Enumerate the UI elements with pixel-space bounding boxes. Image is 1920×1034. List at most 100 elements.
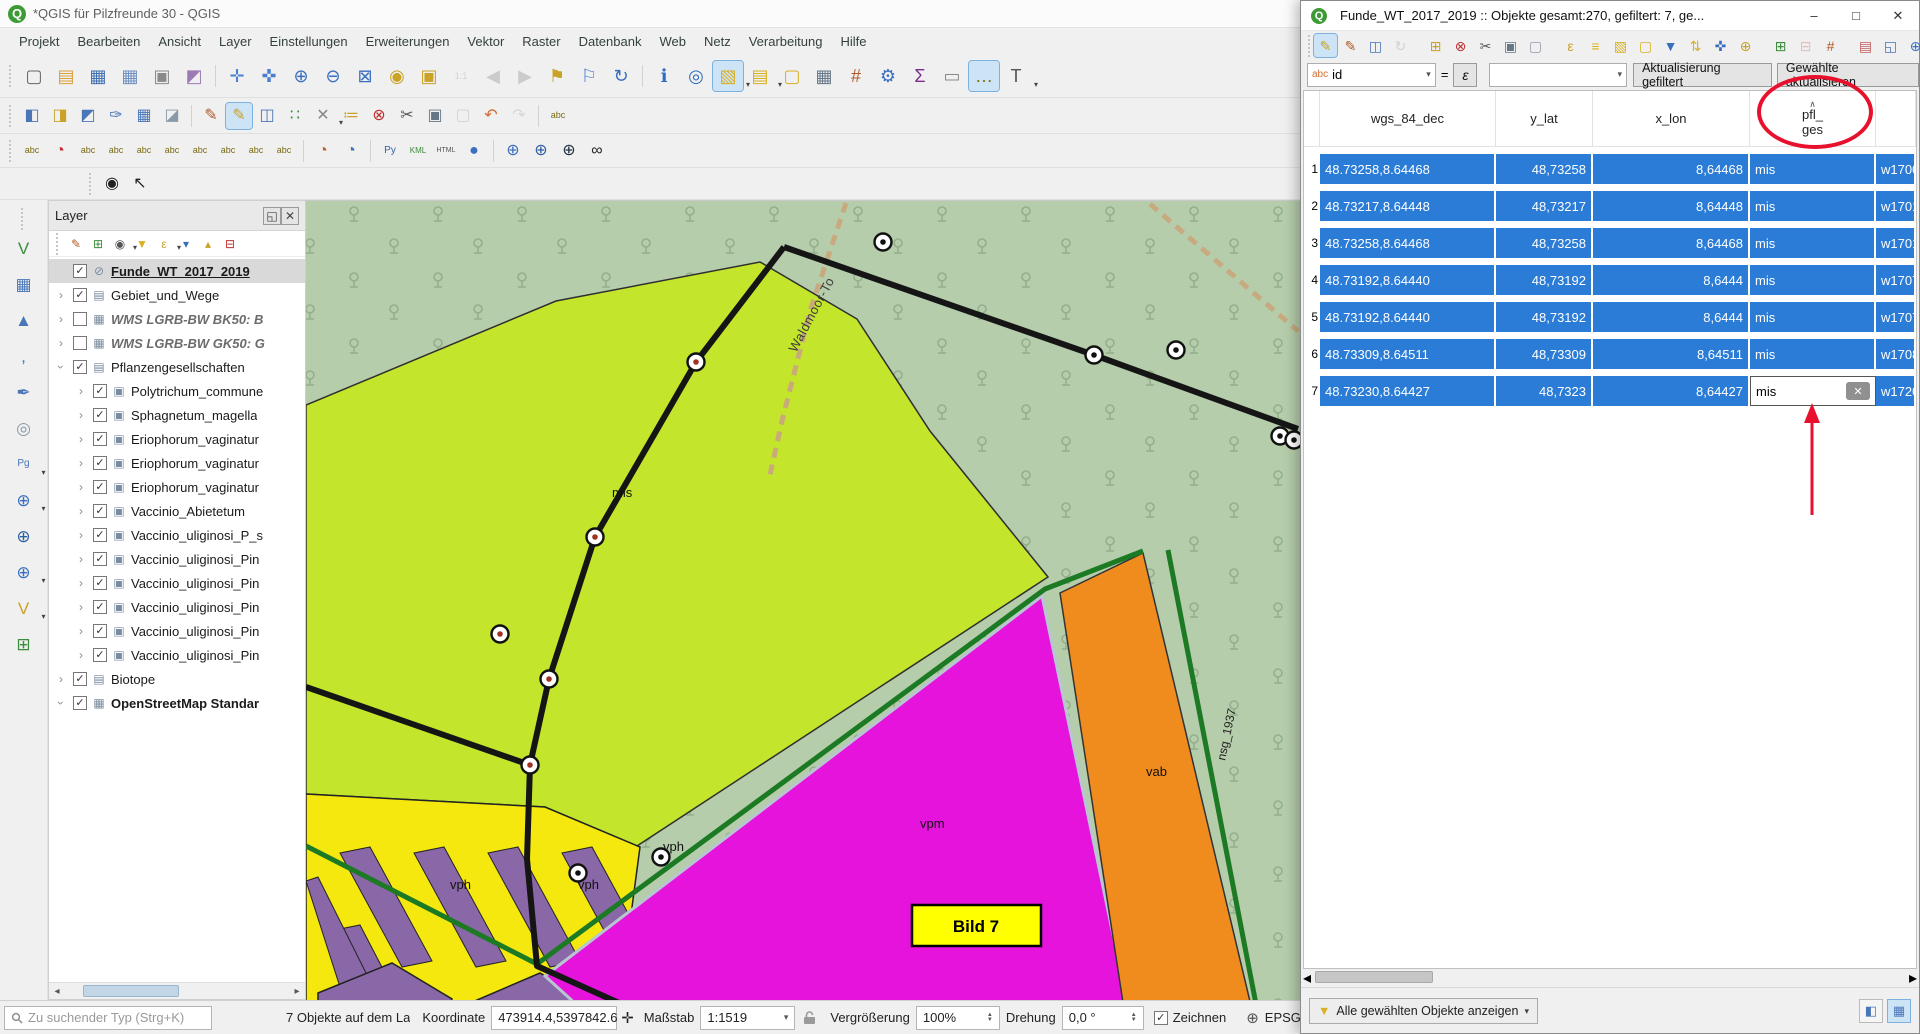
toolbar-handle[interactable] <box>9 105 15 127</box>
close-panel-icon[interactable]: ✕ <box>281 207 299 225</box>
column-header-rownum[interactable] <box>1876 91 1916 146</box>
toggle-editing-icon[interactable]: ✎ <box>226 103 252 129</box>
table-cell[interactable]: mis <box>1750 228 1876 258</box>
dock-attribute-table-icon[interactable]: ◱ <box>1879 34 1902 57</box>
magnifier-spinbox[interactable]: 100%▲▼ <box>916 1006 1000 1030</box>
expander-icon[interactable]: › <box>73 600 89 614</box>
table-view-toggle-icon[interactable]: ▦ <box>1887 999 1911 1023</box>
undock-panel-icon[interactable]: ◱ <box>263 207 281 225</box>
toolbar-handle[interactable] <box>1308 35 1310 57</box>
table-row[interactable]: 648.73309,8.6451148,733098,64511misw1708 <box>1304 339 1916 369</box>
project-properties-icon[interactable]: ▣ <box>147 61 177 91</box>
menu-raster[interactable]: Raster <box>513 30 569 53</box>
form-view-toggle-icon[interactable]: ◧ <box>1859 999 1883 1023</box>
zoom-full-icon[interactable]: ⊠ <box>350 61 380 91</box>
toolbar-handle[interactable] <box>89 173 95 195</box>
column-header-y-lat[interactable]: y_lat <box>1496 91 1593 146</box>
deselect-all-icon[interactable]: ▢ <box>1634 34 1657 57</box>
add-wms-layer-icon[interactable]: ⊕▾ <box>9 485 39 515</box>
select-by-form-icon[interactable]: ▤▾ <box>745 61 775 91</box>
remove-layer-icon[interactable]: ⊟ <box>220 234 240 254</box>
zoom-to-selection-icon[interactable]: ◉ <box>382 61 412 91</box>
layer-item-vaccinio-abietetum[interactable]: ›✓▣Vaccinio_Abietetum <box>49 499 305 523</box>
toolbar-handle[interactable] <box>9 65 15 87</box>
paste-features-icon[interactable]: ▢ <box>1524 34 1547 57</box>
new-spatialite-layer-icon[interactable]: ◩ <box>75 103 101 129</box>
menu-erweiterungen[interactable]: Erweiterungen <box>357 30 459 53</box>
render-checkbox[interactable]: ✓ <box>1154 1011 1168 1025</box>
open-attribute-table-icon[interactable]: ▦ <box>809 61 839 91</box>
label-toolbar-start-icon[interactable]: abc <box>545 103 571 129</box>
row-number[interactable]: 6 <box>1304 339 1320 369</box>
expander-icon[interactable]: › <box>73 504 89 518</box>
label-tool-extra-2-icon[interactable]: abc <box>271 138 297 164</box>
menu-datenbank[interactable]: Datenbank <box>570 30 651 53</box>
toolbar-handle[interactable] <box>56 233 62 255</box>
layer-item-sphagnetum-magella[interactable]: ›✓▣Sphagnetum_magella <box>49 403 305 427</box>
dark-globe-plugin-icon[interactable]: ⊕ <box>556 138 582 164</box>
map-area-select-icon[interactable]: ↖ <box>127 171 153 197</box>
label-tool-extra-1-icon[interactable]: abc <box>243 138 269 164</box>
diagram-properties-icon[interactable]: ◔ <box>338 138 364 164</box>
layer-item-vaccinio-uliginosi-pin[interactable]: ›✓▣Vaccinio_uliginosi_Pin <box>49 571 305 595</box>
undo-icon[interactable]: ↶ <box>478 103 504 129</box>
expander-icon[interactable]: › <box>53 336 69 350</box>
expander-icon[interactable]: › <box>73 384 89 398</box>
cut-features-icon[interactable]: ✂ <box>394 103 420 129</box>
layer-checkbox[interactable]: ✓ <box>93 648 107 662</box>
table-row[interactable]: 348.73258,8.6446848,732588,64468misw1701 <box>1304 228 1916 258</box>
expander-icon[interactable]: › <box>53 288 69 302</box>
python-console-icon[interactable]: Py <box>377 138 403 164</box>
filter-selection-icon[interactable]: ▼ <box>1659 34 1682 57</box>
table-cell[interactable]: 48.73217,8.64448 <box>1320 191 1496 221</box>
zoom-in-icon[interactable]: ⊕ <box>286 61 316 91</box>
value-combobox[interactable]: ▾ <box>1489 63 1627 87</box>
cut-features-icon[interactable]: ✂ <box>1474 34 1497 57</box>
mouse-position-icon[interactable]: ✛ <box>621 1009 634 1027</box>
table-cell[interactable]: 48,73258 <box>1496 154 1593 184</box>
menu-netz[interactable]: Netz <box>695 30 740 53</box>
layer-checkbox[interactable]: ✓ <box>93 432 107 446</box>
layer-checkbox[interactable]: ✓ <box>73 288 87 302</box>
expander-icon[interactable]: › <box>73 576 89 590</box>
open-layer-styling-icon[interactable]: ✎ <box>66 234 86 254</box>
identify-features-icon[interactable]: ℹ <box>649 61 679 91</box>
search-zoom-icon[interactable]: ⊕ <box>1904 34 1920 57</box>
layer-item-eriophorum-vaginatur[interactable]: ›✓▣Eriophorum_vaginatur <box>49 475 305 499</box>
layer-item-vaccinio-uliginosi-pin[interactable]: ›✓▣Vaccinio_uliginosi_Pin <box>49 643 305 667</box>
new-bookmark-icon[interactable]: ⚑ <box>542 61 572 91</box>
show-hidden-labels-icon[interactable]: abc <box>131 138 157 164</box>
new-field-icon[interactable]: ⊞ <box>1769 34 1792 57</box>
change-label-properties-icon[interactable]: abc <box>215 138 241 164</box>
table-row[interactable]: 148.73258,8.6446848,732588,64468misw1700 <box>1304 154 1916 184</box>
column-header-wgs-84-dec[interactable]: wgs_84_dec <box>1320 91 1496 146</box>
menu-hilfe[interactable]: Hilfe <box>831 30 875 53</box>
menu-web[interactable]: Web <box>650 30 695 53</box>
menu-vektor[interactable]: Vektor <box>458 30 513 53</box>
select-all-icon[interactable]: ≡ <box>1584 34 1607 57</box>
layer-item-eriophorum-vaginatur[interactable]: ›✓▣Eriophorum_vaginatur <box>49 451 305 475</box>
layer-item-vaccinio-uliginosi-p-s[interactable]: ›✓▣Vaccinio_uliginosi_P_s <box>49 523 305 547</box>
delete-selected-features-icon[interactable]: ⊗ <box>1449 34 1472 57</box>
layer-checkbox[interactable]: ✓ <box>93 480 107 494</box>
layer-item-biotope[interactable]: ›✓▤Biotope <box>49 667 305 691</box>
table-cell[interactable]: 48,73309 <box>1496 339 1593 369</box>
scroll-thumb[interactable] <box>83 985 179 997</box>
copy-features-icon[interactable]: ▣ <box>1499 34 1522 57</box>
pan-map-icon[interactable]: ✛ <box>222 61 252 91</box>
layers-panel-hscrollbar[interactable]: ◂ ▸ <box>49 982 305 999</box>
map-tips-icon[interactable]: … <box>969 61 999 91</box>
layer-checkbox[interactable] <box>73 312 87 326</box>
menu-ansicht[interactable]: Ansicht <box>149 30 210 53</box>
select-by-expression-icon[interactable]: ε <box>1559 34 1582 57</box>
expander-icon[interactable]: › <box>73 456 89 470</box>
table-cell[interactable]: 48.73258,8.64468 <box>1320 228 1496 258</box>
table-cell[interactable]: 48.73192,8.64440 <box>1320 265 1496 295</box>
scroll-track[interactable] <box>1311 969 1909 986</box>
table-cell[interactable]: w1707 <box>1876 302 1916 332</box>
menu-einstellungen[interactable]: Einstellungen <box>261 30 357 53</box>
row-number[interactable]: 2 <box>1304 191 1320 221</box>
table-cell[interactable]: 48,73192 <box>1496 302 1593 332</box>
kml-tools-icon[interactable]: KML <box>405 138 431 164</box>
layer-item-funde-wt-2017-2019[interactable]: ✓⊘Funde_WT_2017_2019 <box>49 259 305 283</box>
